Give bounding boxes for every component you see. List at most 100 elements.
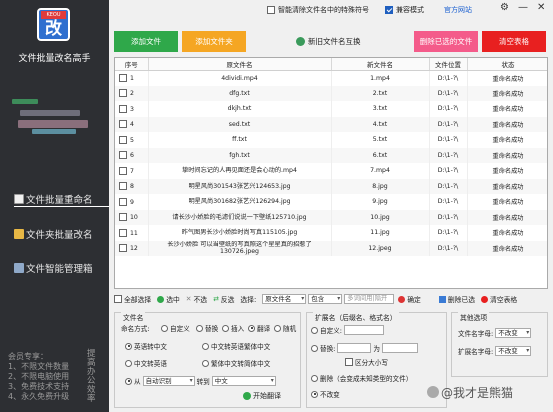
field-select[interactable]: 原文件名: [262, 294, 307, 304]
to-select[interactable]: 中文: [211, 376, 276, 386]
radio[interactable]: [125, 377, 132, 385]
option-trad-to-simp[interactable]: 繁体中文转简体中文: [202, 358, 270, 368]
radio[interactable]: [125, 342, 132, 350]
nav-smart-manage[interactable]: 文件智能管理箱: [14, 261, 109, 275]
row-checkbox[interactable]: [119, 166, 127, 175]
ext-case-select[interactable]: 不改变: [495, 346, 532, 356]
radio[interactable]: [248, 324, 255, 332]
table-row[interactable]: 3 dkjh.txt 3.txt D:\1-?\ 重命名成功: [115, 101, 547, 117]
table-row[interactable]: 9 明星风尚301682张艺兴126294.jpg 9.jpg D:\1-?\ 重命名成…: [115, 194, 547, 210]
row-checkbox[interactable]: [119, 197, 127, 206]
delete-selected-link[interactable]: 删除已选: [438, 294, 475, 304]
ext-delete-label: 删除（会变成未知类型的文件）: [320, 375, 413, 383]
invert-button[interactable]: ⇄ 反选: [213, 294, 234, 304]
table-row[interactable]: 10 请长沙小娇脸的毛滤们说说一下壁纸125710.jpg 10.jpg D:\1-?…: [115, 209, 547, 225]
x-icon: ✕: [185, 295, 192, 303]
case-checkbox[interactable]: [345, 358, 353, 366]
radio[interactable]: [202, 342, 209, 350]
row-new-name: 4.txt: [331, 116, 430, 132]
select-button[interactable]: 选中: [157, 294, 180, 304]
ext-replace[interactable]: 替换: 为: [311, 343, 419, 353]
add-folder-button[interactable]: 添加文件夹: [182, 31, 246, 52]
row-checkbox[interactable]: [119, 89, 127, 98]
mode-replace[interactable]: 替换: [196, 323, 218, 333]
radio[interactable]: [311, 374, 318, 382]
radio[interactable]: [311, 326, 318, 334]
clear-table-link[interactable]: 清空表格: [481, 294, 517, 304]
confirm-button[interactable]: 确定: [398, 294, 421, 304]
option-zh-to-en-trad[interactable]: 中文转英语繁体中文: [202, 341, 270, 351]
official-site-link[interactable]: 官方网站: [444, 5, 472, 15]
ext-custom-input[interactable]: [344, 325, 385, 335]
table-row[interactable]: 1 4dividi.mp4 1.mp4 D:\1-?\ 重命名成功: [115, 70, 547, 86]
row-checkbox[interactable]: [119, 74, 127, 82]
radio[interactable]: [311, 344, 318, 352]
invert-icon: ⇄: [213, 295, 219, 303]
row-checkbox[interactable]: [119, 120, 127, 129]
table-row[interactable]: 12 长沙小娇脸 可以当壁纸的写真照这个星星真的招惹了 130726.jpeg 12…: [115, 240, 547, 256]
nav-folder-rename[interactable]: 文件夹批量改名: [14, 227, 109, 241]
option-en-to-zh[interactable]: 英语转中文: [125, 341, 167, 351]
mode-random[interactable]: 随机: [274, 323, 296, 333]
op-select[interactable]: 包含: [308, 294, 343, 304]
table-row[interactable]: 7 挚时间忘记的人再见面还是会心动的.mp4 7.mp4 D:\1-?\ 重命名成功: [115, 163, 547, 179]
delete-selected-files-button[interactable]: 删除已选的文件: [414, 31, 478, 52]
row-checkbox[interactable]: [119, 213, 127, 222]
ext-replace-to-input[interactable]: [382, 343, 419, 353]
compat-mode-toggle[interactable]: 兼容模式: [385, 5, 424, 15]
swap-icon: [296, 37, 305, 46]
table-row[interactable]: 8 明星风尚301543张艺兴124653.jpg 8.jpg D:\1-?\ 重命名成…: [115, 178, 547, 194]
smart-clean-checkbox[interactable]: [267, 6, 275, 14]
row-checkbox[interactable]: [119, 151, 127, 160]
row-checkbox[interactable]: [119, 182, 127, 191]
settings-icon[interactable]: ⚙: [500, 2, 509, 13]
table-row[interactable]: 6 fgh.txt 6.txt D:\1-?\ 重命名成功: [115, 147, 547, 163]
row-orig-name: 请长沙小娇脸的毛滤们说说一下壁纸125710.jpg: [148, 209, 332, 225]
option-zh-to-en[interactable]: 中文转英语: [125, 358, 167, 368]
add-file-button[interactable]: 添加文件: [114, 31, 178, 52]
select-all-toggle[interactable]: 全部选择: [114, 294, 151, 304]
ext-delete[interactable]: 删除（会变成未知类型的文件）: [311, 373, 412, 383]
start-translate-button[interactable]: 开始翻译: [243, 391, 281, 401]
unselect-button[interactable]: ✕ 不选: [186, 294, 207, 304]
radio[interactable]: [222, 324, 229, 332]
ext-replace-from-input[interactable]: [337, 343, 372, 353]
row-checkbox[interactable]: [119, 244, 127, 253]
table-row[interactable]: 4 sed.txt 4.txt D:\1-?\ 重命名成功: [115, 116, 547, 132]
compat-mode-checkbox[interactable]: [385, 6, 393, 14]
radio[interactable]: [161, 324, 168, 332]
radio[interactable]: [274, 324, 281, 332]
ext-custom[interactable]: 自定义:: [311, 325, 385, 335]
select-all-checkbox[interactable]: [114, 295, 122, 303]
keyword-input[interactable]: 多词间用|隔开: [344, 294, 395, 304]
ext-unchanged[interactable]: 不改变: [311, 389, 340, 399]
row-checkbox[interactable]: [119, 135, 127, 144]
close-button[interactable]: ✕: [537, 2, 545, 13]
mode-custom[interactable]: 自定义: [161, 323, 190, 333]
nav-file-rename[interactable]: 文件批量重命名: [14, 192, 109, 207]
smart-clean-toggle[interactable]: 智能清除文件名中的特殊符号: [267, 5, 369, 15]
radio[interactable]: [202, 359, 209, 367]
row-checkbox[interactable]: [119, 104, 127, 113]
table-row[interactable]: 5 ff.txt 5.txt D:\1-?\ 重命名成功: [115, 132, 547, 148]
radio[interactable]: [311, 390, 318, 398]
ext-case[interactable]: 区分大小写: [345, 357, 388, 367]
col-header-new: 新文件名: [331, 58, 430, 71]
sidebar: KEOU 改 文件批量改名高手 文件批量重命名 文件夹批量改名 文件智能管理箱 …: [0, 0, 109, 412]
row-orig-name: 昨气图男长沙小娇脸时尚写真115105.jpg: [148, 225, 332, 241]
table-row[interactable]: 11 昨气图男长沙小娇脸时尚写真115105.jpg 11.jpg D:\1-?\ 重命…: [115, 225, 547, 241]
row-orig-name: 长沙小娇脸 可以当壁纸的写真照这个星星真的招惹了 130726.jpeg: [148, 240, 332, 256]
minimize-button[interactable]: —: [518, 2, 528, 13]
row-status: 重命名成功: [467, 209, 547, 225]
mode-translate[interactable]: 翻译: [248, 323, 270, 333]
table-row[interactable]: 2 dfg.txt 2.txt D:\1-?\ 重命名成功: [115, 85, 547, 101]
blurred-account-info: [20, 110, 80, 116]
filename-case-select[interactable]: 不改变: [495, 328, 532, 338]
radio[interactable]: [125, 359, 132, 367]
mode-insert[interactable]: 插入: [222, 323, 244, 333]
row-checkbox[interactable]: [119, 228, 127, 237]
clear-table-button[interactable]: 清空表格: [482, 31, 546, 52]
swap-names-button[interactable]: 新旧文件名互换: [296, 36, 361, 47]
from-select[interactable]: 自动识别: [142, 376, 195, 386]
radio[interactable]: [196, 324, 203, 332]
